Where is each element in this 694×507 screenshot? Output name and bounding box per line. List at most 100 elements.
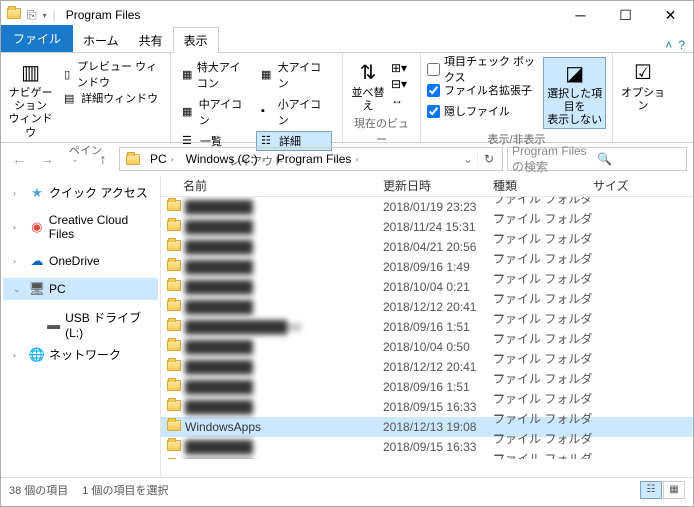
table-row[interactable]: ████████2018/01/19 23:23ファイル フォルダー <box>161 197 693 217</box>
table-row[interactable]: WindowsApps2018/12/13 19:08ファイル フォルダー <box>161 417 693 437</box>
search-box[interactable]: Program Filesの検索 🔍 <box>507 147 687 171</box>
folder-icon <box>167 240 183 254</box>
table-row[interactable]: ████████2018/09/16 1:51ファイル フォルダー <box>161 377 693 397</box>
search-icon[interactable]: 🔍 <box>597 152 682 166</box>
col-size[interactable]: サイズ <box>593 177 653 194</box>
options-button[interactable]: ☑ オプション <box>619 57 667 113</box>
crumb-folder[interactable]: Program Files› <box>271 148 365 170</box>
up-button[interactable]: ↑ <box>91 147 115 171</box>
file-list: 名前 更新日時 種類 サイズ ████████2018/01/19 23:23フ… <box>161 175 693 477</box>
tab-view[interactable]: 表示 <box>173 27 219 53</box>
tree-item[interactable]: ⌄🖥PC <box>3 278 158 300</box>
folder-icon <box>167 380 183 394</box>
close-button[interactable]: ✕ <box>648 1 693 29</box>
file-date: 2018/09/16 1:51 <box>383 320 493 334</box>
table-row[interactable]: ████████████rm2018/09/16 1:51ファイル フォルダー <box>161 317 693 337</box>
table-row[interactable]: ████████2018/10/04 0:21ファイル フォルダー <box>161 277 693 297</box>
item-count: 38 個の項目 <box>9 482 68 498</box>
file-name: WindowsApps <box>185 420 383 434</box>
tree-item[interactable]: ›☁OneDrive <box>3 250 158 272</box>
hidden-files[interactable]: 隠しファイル <box>427 101 539 121</box>
status-bar: 38 個の項目 1 個の項目を選択 ☷ ▦ <box>1 477 693 501</box>
table-row[interactable]: ████████2016/12/03 0:46ファイル フォルダー <box>161 457 693 459</box>
sizeall-icon[interactable]: ↔ <box>391 93 407 107</box>
table-row[interactable]: ████████2018/11/24 15:31ファイル フォルダー <box>161 217 693 237</box>
tree-item[interactable]: ▬USB ドライブ (L:) <box>3 306 158 343</box>
col-type[interactable]: 種類 <box>493 177 593 194</box>
groupby-icon[interactable]: ⊟▾ <box>391 77 407 91</box>
folder-icon <box>7 8 21 22</box>
preview-pane-button[interactable]: ▯プレビュー ウィンドウ <box>58 63 164 85</box>
view-extralarge[interactable]: ▦特大アイコン <box>177 57 253 93</box>
file-date: 2018/12/13 19:08 <box>383 420 493 434</box>
table-row[interactable]: ████████2018/04/21 20:56ファイル フォルダー <box>161 237 693 257</box>
col-name[interactable]: 名前 <box>183 177 383 194</box>
address-bar[interactable]: PC› Windows (C:)› Program Files› ⌄ ↻ <box>119 147 503 171</box>
tab-share[interactable]: 共有 <box>129 28 173 52</box>
hide-selected-button[interactable]: ◪ 選択した項目を 表示しない <box>543 57 606 129</box>
large-view-button[interactable]: ▦ <box>663 481 685 499</box>
tab-file[interactable]: ファイル <box>1 25 73 52</box>
file-name: ████████████rm <box>185 320 383 334</box>
details-pane-button[interactable]: ▤詳細ウィンドウ <box>58 87 164 109</box>
tree-item[interactable]: ›◉Creative Cloud Files <box>3 210 158 244</box>
file-name: ████████ <box>185 360 383 374</box>
expand-icon[interactable]: › <box>13 222 25 232</box>
tree-item[interactable]: ›🌐ネットワーク <box>3 343 158 366</box>
help-icon[interactable]: ? <box>678 38 685 52</box>
file-name: ████████ <box>185 260 383 274</box>
tree-label: ネットワーク <box>49 346 121 363</box>
qat-dropdown-icon[interactable]: ▾ <box>43 11 47 20</box>
crumb-pc[interactable]: PC› <box>144 148 180 170</box>
expand-icon[interactable]: › <box>13 256 25 266</box>
table-row[interactable]: ████████2018/09/15 16:33ファイル フォルダー <box>161 437 693 457</box>
view-large[interactable]: ▦大アイコン <box>256 57 332 93</box>
ribbon-collapse-icon[interactable]: ˄ <box>665 38 672 52</box>
col-date[interactable]: 更新日時 <box>383 177 493 194</box>
view-medium[interactable]: ▦中アイコン <box>177 94 253 130</box>
maximize-button[interactable]: ☐ <box>603 1 648 29</box>
sort-icon: ⇅ <box>352 59 384 87</box>
folder-icon <box>167 400 183 414</box>
details-view-button[interactable]: ☷ <box>640 481 662 499</box>
group-label: 現在のビュー <box>349 113 414 147</box>
list-icon: ☰ <box>182 134 196 148</box>
expand-icon[interactable]: › <box>13 350 25 360</box>
table-row[interactable]: ████████2018/12/12 20:41ファイル フォルダー <box>161 297 693 317</box>
table-row[interactable]: ████████2018/09/15 16:33ファイル フォルダー <box>161 397 693 417</box>
tree-icon: ▬ <box>46 317 61 333</box>
item-checkboxes[interactable]: 項目チェック ボックス <box>427 59 539 79</box>
tree-item[interactable]: ›★クイック アクセス <box>3 181 158 204</box>
table-row[interactable]: ████████2018/09/16 1:49ファイル フォルダー <box>161 257 693 277</box>
sort-button[interactable]: ⇅ 並べ替え <box>349 57 387 113</box>
pane-icon: ▥ <box>15 59 47 87</box>
tree-label: OneDrive <box>49 254 100 268</box>
file-date: 2018/11/24 15:31 <box>383 220 493 234</box>
minimize-button[interactable]: ─ <box>558 1 603 29</box>
details-icon: ▤ <box>61 90 77 106</box>
folder-icon <box>167 280 183 294</box>
navigation-pane-button[interactable]: ▥ ナビゲーション ウィンドウ <box>7 57 54 140</box>
table-row[interactable]: ████████2018/12/12 20:41ファイル フォルダー <box>161 357 693 377</box>
tree-label: USB ドライブ (L:) <box>65 309 156 340</box>
columns-icon[interactable]: ⊞▾ <box>391 61 407 75</box>
recent-dropdown[interactable]: ⌄ <box>63 147 87 171</box>
forward-button[interactable]: → <box>35 147 59 171</box>
hide-icon: ◪ <box>559 60 591 88</box>
tree-icon: ◉ <box>29 219 45 235</box>
lg-icon: ▦ <box>261 68 274 82</box>
folder-icon <box>126 154 140 165</box>
tab-home[interactable]: ホーム <box>73 28 129 52</box>
file-date: 2018/10/04 0:21 <box>383 280 493 294</box>
back-button[interactable]: ← <box>7 147 31 171</box>
crumb-drive[interactable]: Windows (C:)› <box>180 148 271 170</box>
expand-icon[interactable]: ⌄ <box>13 284 25 295</box>
expand-icon[interactable]: › <box>13 188 25 198</box>
file-extensions[interactable]: ファイル名拡張子 <box>427 80 539 100</box>
file-name: ████████ <box>185 200 383 214</box>
refresh-icon[interactable]: ↻ <box>477 152 500 166</box>
address-dropdown-icon[interactable]: ⌄ <box>459 152 477 166</box>
view-small[interactable]: ▪小アイコン <box>256 94 332 130</box>
table-row[interactable]: ████████2018/10/04 0:50ファイル フォルダー <box>161 337 693 357</box>
qat-icon[interactable]: ⎘ <box>27 8 37 23</box>
